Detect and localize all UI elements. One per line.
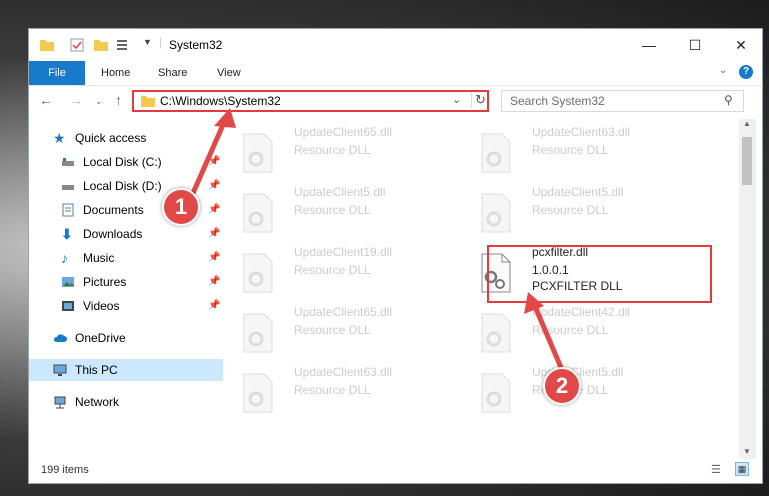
arrow-1-line bbox=[187, 116, 229, 202]
step-badge-1: 1 bbox=[162, 188, 200, 226]
arrow-2-line bbox=[531, 303, 565, 371]
arrow-2-head bbox=[524, 292, 544, 314]
arrow-1-head bbox=[214, 108, 236, 128]
step-badge-2: 2 bbox=[543, 367, 581, 405]
annotation-arrows bbox=[187, 108, 565, 371]
